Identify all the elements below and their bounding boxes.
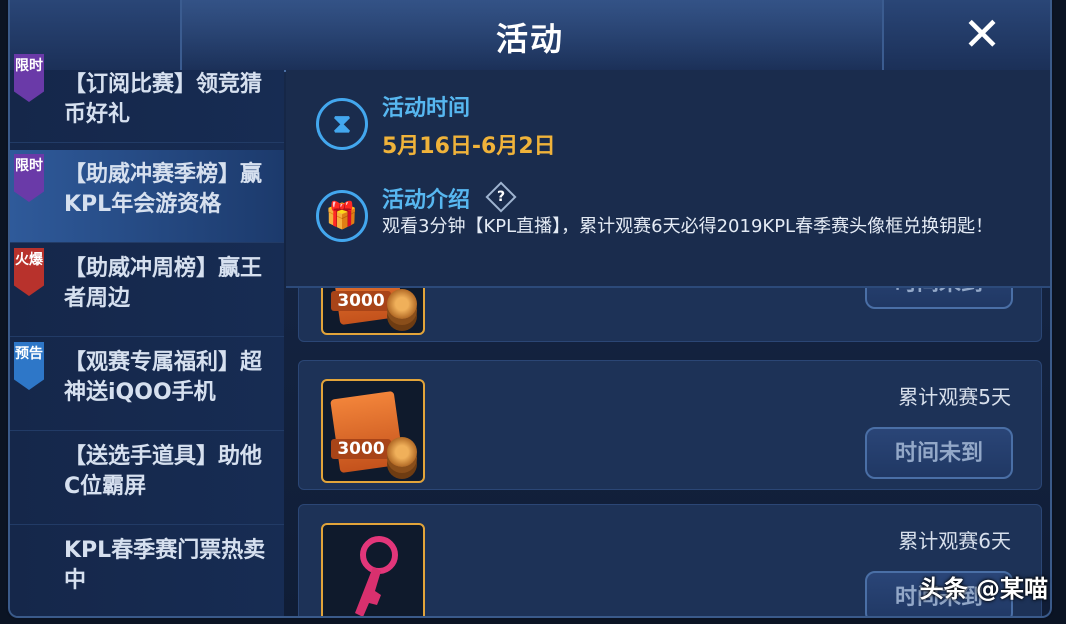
- time-label: 活动时间: [382, 96, 471, 121]
- sidebar-item-label: 【送选手道具】助他C位霸屏: [64, 444, 263, 499]
- sidebar-item-label: 【助威冲赛季榜】赢KPL年会游资格: [64, 162, 263, 217]
- gift-icon: 🎁: [316, 190, 368, 242]
- sidebar-item-season-rank[interactable]: 限时 【助威冲赛季榜】赢KPL年会游资格: [10, 150, 284, 243]
- help-icon[interactable]: ?: [485, 181, 517, 213]
- sidebar-item-label: 【助威冲周榜】赢王者周边: [64, 256, 263, 311]
- activity-info-panel: ⧗ 活动时间 5月16日-6月2日 🎁 活动介绍 ? 观看3分钟【KPL直播】，…: [286, 70, 1050, 288]
- sidebar-item-iqoo[interactable]: 预告 【观赛专属福利】超神送iQOO手机: [10, 338, 284, 431]
- sidebar-item-subscribe[interactable]: 限时 【订阅比赛】领竞猜币好礼: [10, 50, 284, 143]
- ticket-amount: 3000: [331, 439, 391, 459]
- sidebar: 限时 【订阅比赛】领竞猜币好礼 限时 【助威冲赛季榜】赢KPL年会游资格 火爆 …: [10, 54, 284, 616]
- reward-item-image: 3000: [321, 379, 425, 483]
- tag-badge: 预告: [14, 342, 44, 390]
- reward-item-image: [321, 523, 425, 616]
- intro-text: 观看3分钟【KPL直播】，累计观赛6天必得2019KPL春季赛头像框兑换钥匙！: [382, 216, 994, 237]
- coin-icon: [387, 437, 417, 467]
- watermark: 头条 @某喵: [919, 575, 1048, 603]
- hourglass-icon: ⧗: [316, 98, 368, 150]
- key-icon: [355, 536, 398, 616]
- sidebar-item-week-rank[interactable]: 火爆 【助威冲周榜】赢王者周边: [10, 244, 284, 337]
- sidebar-item-label: 【订阅比赛】领竞猜币好礼: [64, 72, 263, 127]
- ticket-amount: 3000: [331, 291, 391, 311]
- intro-label: 活动介绍: [382, 188, 471, 213]
- close-icon[interactable]: ✕: [960, 11, 1004, 57]
- sidebar-item-label: KPL春季赛门票热卖中: [64, 538, 266, 593]
- requirement-text: 累计观赛5天: [898, 385, 1011, 409]
- coin-icon: [387, 289, 417, 319]
- requirement-text: 累计观赛6天: [898, 529, 1011, 553]
- tag-badge: 限时: [14, 154, 44, 202]
- sidebar-item-tickets[interactable]: KPL春季赛门票热卖中: [10, 526, 284, 616]
- sidebar-item-label: 【观赛专属福利】超神送iQOO手机: [64, 350, 263, 405]
- tag-badge: 限时: [14, 54, 44, 102]
- claim-button[interactable]: 时间未到: [865, 427, 1013, 479]
- activity-window: 活动 ✕ 限时 【订阅比赛】领竞猜币好礼 限时 【助威冲赛季榜】赢KPL年会游资…: [8, 0, 1052, 618]
- tag-badge: 火爆: [14, 248, 44, 296]
- time-value: 5月16日-6月2日: [382, 134, 556, 159]
- reward-row: 3000 累计观赛5天 时间未到: [298, 360, 1042, 490]
- sidebar-item-props[interactable]: 【送选手道具】助他C位霸屏: [10, 432, 284, 525]
